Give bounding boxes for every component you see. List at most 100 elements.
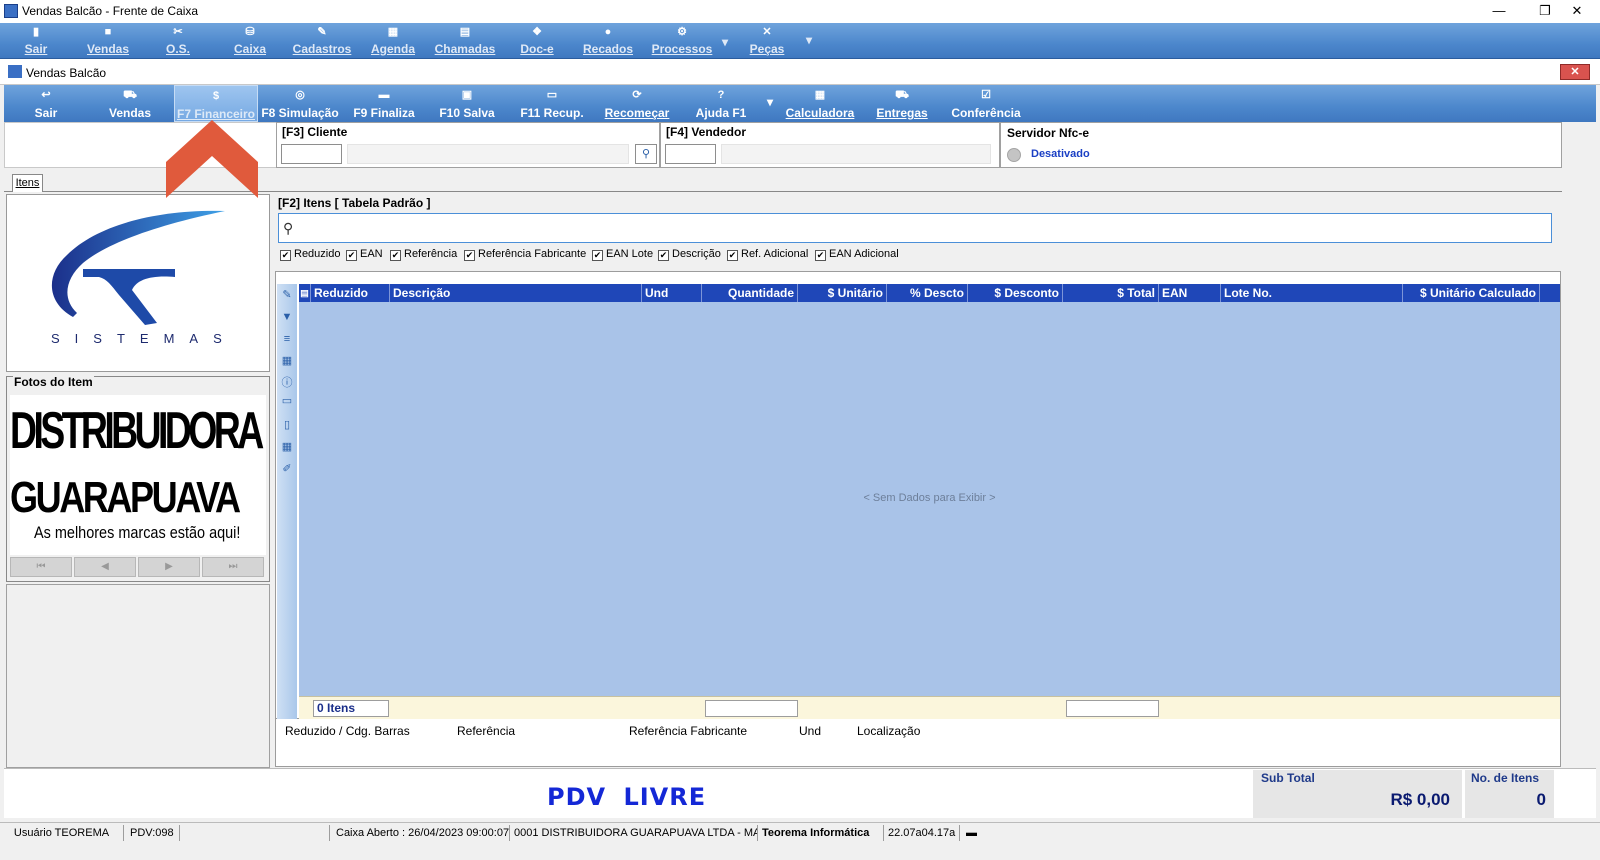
filter-ean[interactable]: ✔ EAN xyxy=(346,248,383,261)
inner-window-title: Vendas Balcão xyxy=(26,66,107,80)
servidor-label: Servidor Nfc-e xyxy=(1007,126,1090,140)
filter-ean-adicional[interactable]: ✔ EAN Adicional xyxy=(815,248,899,261)
col-lote[interactable]: Lote No. xyxy=(1221,284,1403,302)
chat-icon: ● xyxy=(604,26,612,38)
page-icon[interactable]: ▯ xyxy=(280,418,294,432)
toolbar-entregas[interactable]: ⛟ Entregas xyxy=(874,85,930,122)
menu-chamadas[interactable]: ▤ Chamadas xyxy=(432,23,498,59)
register-icon: ✎ xyxy=(317,26,327,38)
checkbox-icon: ✔ xyxy=(815,250,826,261)
col-reduzido[interactable]: Reduzido xyxy=(311,284,390,302)
edit-list-icon[interactable]: ≡ xyxy=(280,332,294,346)
col-unitario[interactable]: $ Unitário xyxy=(798,284,887,302)
minimize-button[interactable]: — xyxy=(1476,0,1522,23)
toolbar-ajuda-f1[interactable]: ? Ajuda F1 xyxy=(692,85,750,122)
status-usuario: Usuário TEOREMA xyxy=(0,825,124,841)
filter-referencia-fabricante[interactable]: ✔ Referência Fabricante xyxy=(464,248,586,261)
info-icon[interactable]: ⓘ xyxy=(280,376,294,390)
toolbar-f10-salva[interactable]: ▣ F10 Salva xyxy=(436,85,498,122)
detail-reduzido-label: Reduzido / Cdg. Barras xyxy=(285,724,410,738)
window-icon xyxy=(8,65,22,78)
close-button[interactable]: ✕ xyxy=(1554,0,1600,23)
noitens-value: 0 xyxy=(1536,790,1546,809)
col-ean[interactable]: EAN xyxy=(1159,284,1221,302)
filter-ref-adicional[interactable]: ✔ Ref. Adicional xyxy=(727,248,808,261)
back-icon: ↩ xyxy=(41,89,51,101)
toolbar-f11-recup[interactable]: ▭ F11 Recup. xyxy=(514,85,590,122)
menu-os[interactable]: ✂ O.S. xyxy=(158,23,198,59)
col-desconto[interactable]: $ Desconto xyxy=(968,284,1063,302)
next-photo-button[interactable]: ▶ xyxy=(138,557,200,577)
cart-icon: ⛟ xyxy=(123,89,137,101)
toolbar-f7-financeiro[interactable]: $ F7 Financeiro xyxy=(174,85,258,122)
filter-reduzido[interactable]: ✔ Reduzido xyxy=(280,248,340,261)
grid-body[interactable]: < Sem Dados para Exibir > xyxy=(299,302,1560,696)
search-people-icon[interactable]: ⚲ xyxy=(635,144,657,164)
chevron-down-icon[interactable]: ▾ xyxy=(802,33,816,53)
minus-icon[interactable]: ▭ xyxy=(280,394,294,408)
checkbox-icon: ✔ xyxy=(592,250,603,261)
filter-referencia[interactable]: ✔ Referência xyxy=(390,248,457,261)
item-detail-panel: Reduzido / Cdg. Barras Referência Referê… xyxy=(275,719,1561,767)
menu-caixa[interactable]: ⛁ Caixa xyxy=(228,23,272,59)
edit-icon[interactable]: ✎ xyxy=(280,288,294,302)
toolbar-sair[interactable]: ↩ Sair xyxy=(26,85,66,122)
inner-close-button[interactable]: ✕ xyxy=(1560,64,1590,80)
calculator-icon: ▦ xyxy=(814,89,826,101)
col-descto[interactable]: % Descto xyxy=(887,284,968,302)
col-quantidade[interactable]: Quantidade xyxy=(702,284,798,302)
chevron-down-icon[interactable]: ▾ xyxy=(720,35,730,55)
calendar-icon[interactable]: ▦ xyxy=(280,440,294,454)
toolbar-f8-simulacao[interactable]: ◎ F8 Simulação xyxy=(260,85,340,122)
menu-cadastros[interactable]: ✎ Cadastros xyxy=(290,23,354,59)
subtotal-box: Sub Total R$ 0,00 xyxy=(1253,770,1462,818)
menu-sair[interactable]: ▮ Sair xyxy=(14,23,58,59)
last-photo-button[interactable]: ⏭ xyxy=(202,557,264,577)
calendar-icon: ▦ xyxy=(387,26,399,38)
fotos-title: Fotos do Item xyxy=(13,375,94,389)
menu-vendas[interactable]: ■ Vendas xyxy=(80,23,136,59)
toolbar-calculadora[interactable]: ▦ Calculadora xyxy=(784,85,856,122)
grid-footer: 0 Itens xyxy=(299,696,1560,719)
tools-icon: ✂ xyxy=(173,26,183,38)
printer-icon: ▬ xyxy=(378,89,390,101)
first-photo-button[interactable]: ⏮ xyxy=(10,557,72,577)
item-search-input[interactable]: ⚲ xyxy=(278,213,1552,243)
photo-line-1: DISTRIBUIDORA xyxy=(10,402,264,460)
vendedor-label: [F4] Vendedor xyxy=(666,125,747,139)
menu-processos[interactable]: ⚙ Processos xyxy=(646,23,718,59)
col-unitario-calculado[interactable]: $ Unitário Calculado xyxy=(1403,284,1540,302)
toolbar-f9-finaliza[interactable]: ▬ F9 Finaliza xyxy=(350,85,418,122)
status-teorema: Teorema Informática xyxy=(758,825,884,841)
col-und[interactable]: Und xyxy=(642,284,702,302)
filter-descricao[interactable]: ✔ Descrição xyxy=(658,248,721,261)
prev-photo-button[interactable]: ◀ xyxy=(74,557,136,577)
col-descricao[interactable]: Descrição xyxy=(390,284,642,302)
detail-und-label: Und xyxy=(799,724,822,738)
fotos-panel: Fotos do Item DISTRIBUIDORA GUARAPUAVA A… xyxy=(6,375,270,582)
cliente-code-input[interactable] xyxy=(281,144,342,164)
checkbox-icon: ✔ xyxy=(346,250,357,261)
menu-doce[interactable]: ❖ Doc-e xyxy=(514,23,560,59)
recover-icon: ▭ xyxy=(546,89,558,101)
col-total[interactable]: $ Total xyxy=(1063,284,1159,302)
cashbox-icon: ⛁ xyxy=(245,26,255,38)
toolbar-conferencia[interactable]: ☑ Conferência xyxy=(950,85,1022,122)
item-photo: DISTRIBUIDORA GUARAPUAVA As melhores mar… xyxy=(10,395,266,555)
vendedor-code-input[interactable] xyxy=(665,144,716,164)
filter-ean-lote[interactable]: ✔ EAN Lote xyxy=(592,248,653,261)
subtotal-value: R$ 0,00 xyxy=(1390,790,1450,809)
menu-recados[interactable]: ● Recados xyxy=(578,23,638,59)
cliente-name-field xyxy=(347,144,629,164)
table-icon[interactable]: ▦ xyxy=(280,354,294,368)
toolbar-recomecar[interactable]: ⟳ Recomeçar xyxy=(602,85,672,122)
basket-icon[interactable]: ▼ xyxy=(280,310,294,324)
tag-icon[interactable]: ✐ xyxy=(280,462,294,476)
app-icon xyxy=(4,4,18,18)
chevron-down-icon[interactable]: ▾ xyxy=(764,95,776,115)
toolbar-vendas[interactable]: ⛟ Vendas xyxy=(104,85,156,122)
tab-itens[interactable]: Itens xyxy=(12,174,43,192)
column-chooser-icon[interactable]: ▤ xyxy=(299,284,311,302)
menu-agenda[interactable]: ▦ Agenda xyxy=(368,23,418,59)
menu-pecas[interactable]: ✕ Peças xyxy=(744,23,790,59)
